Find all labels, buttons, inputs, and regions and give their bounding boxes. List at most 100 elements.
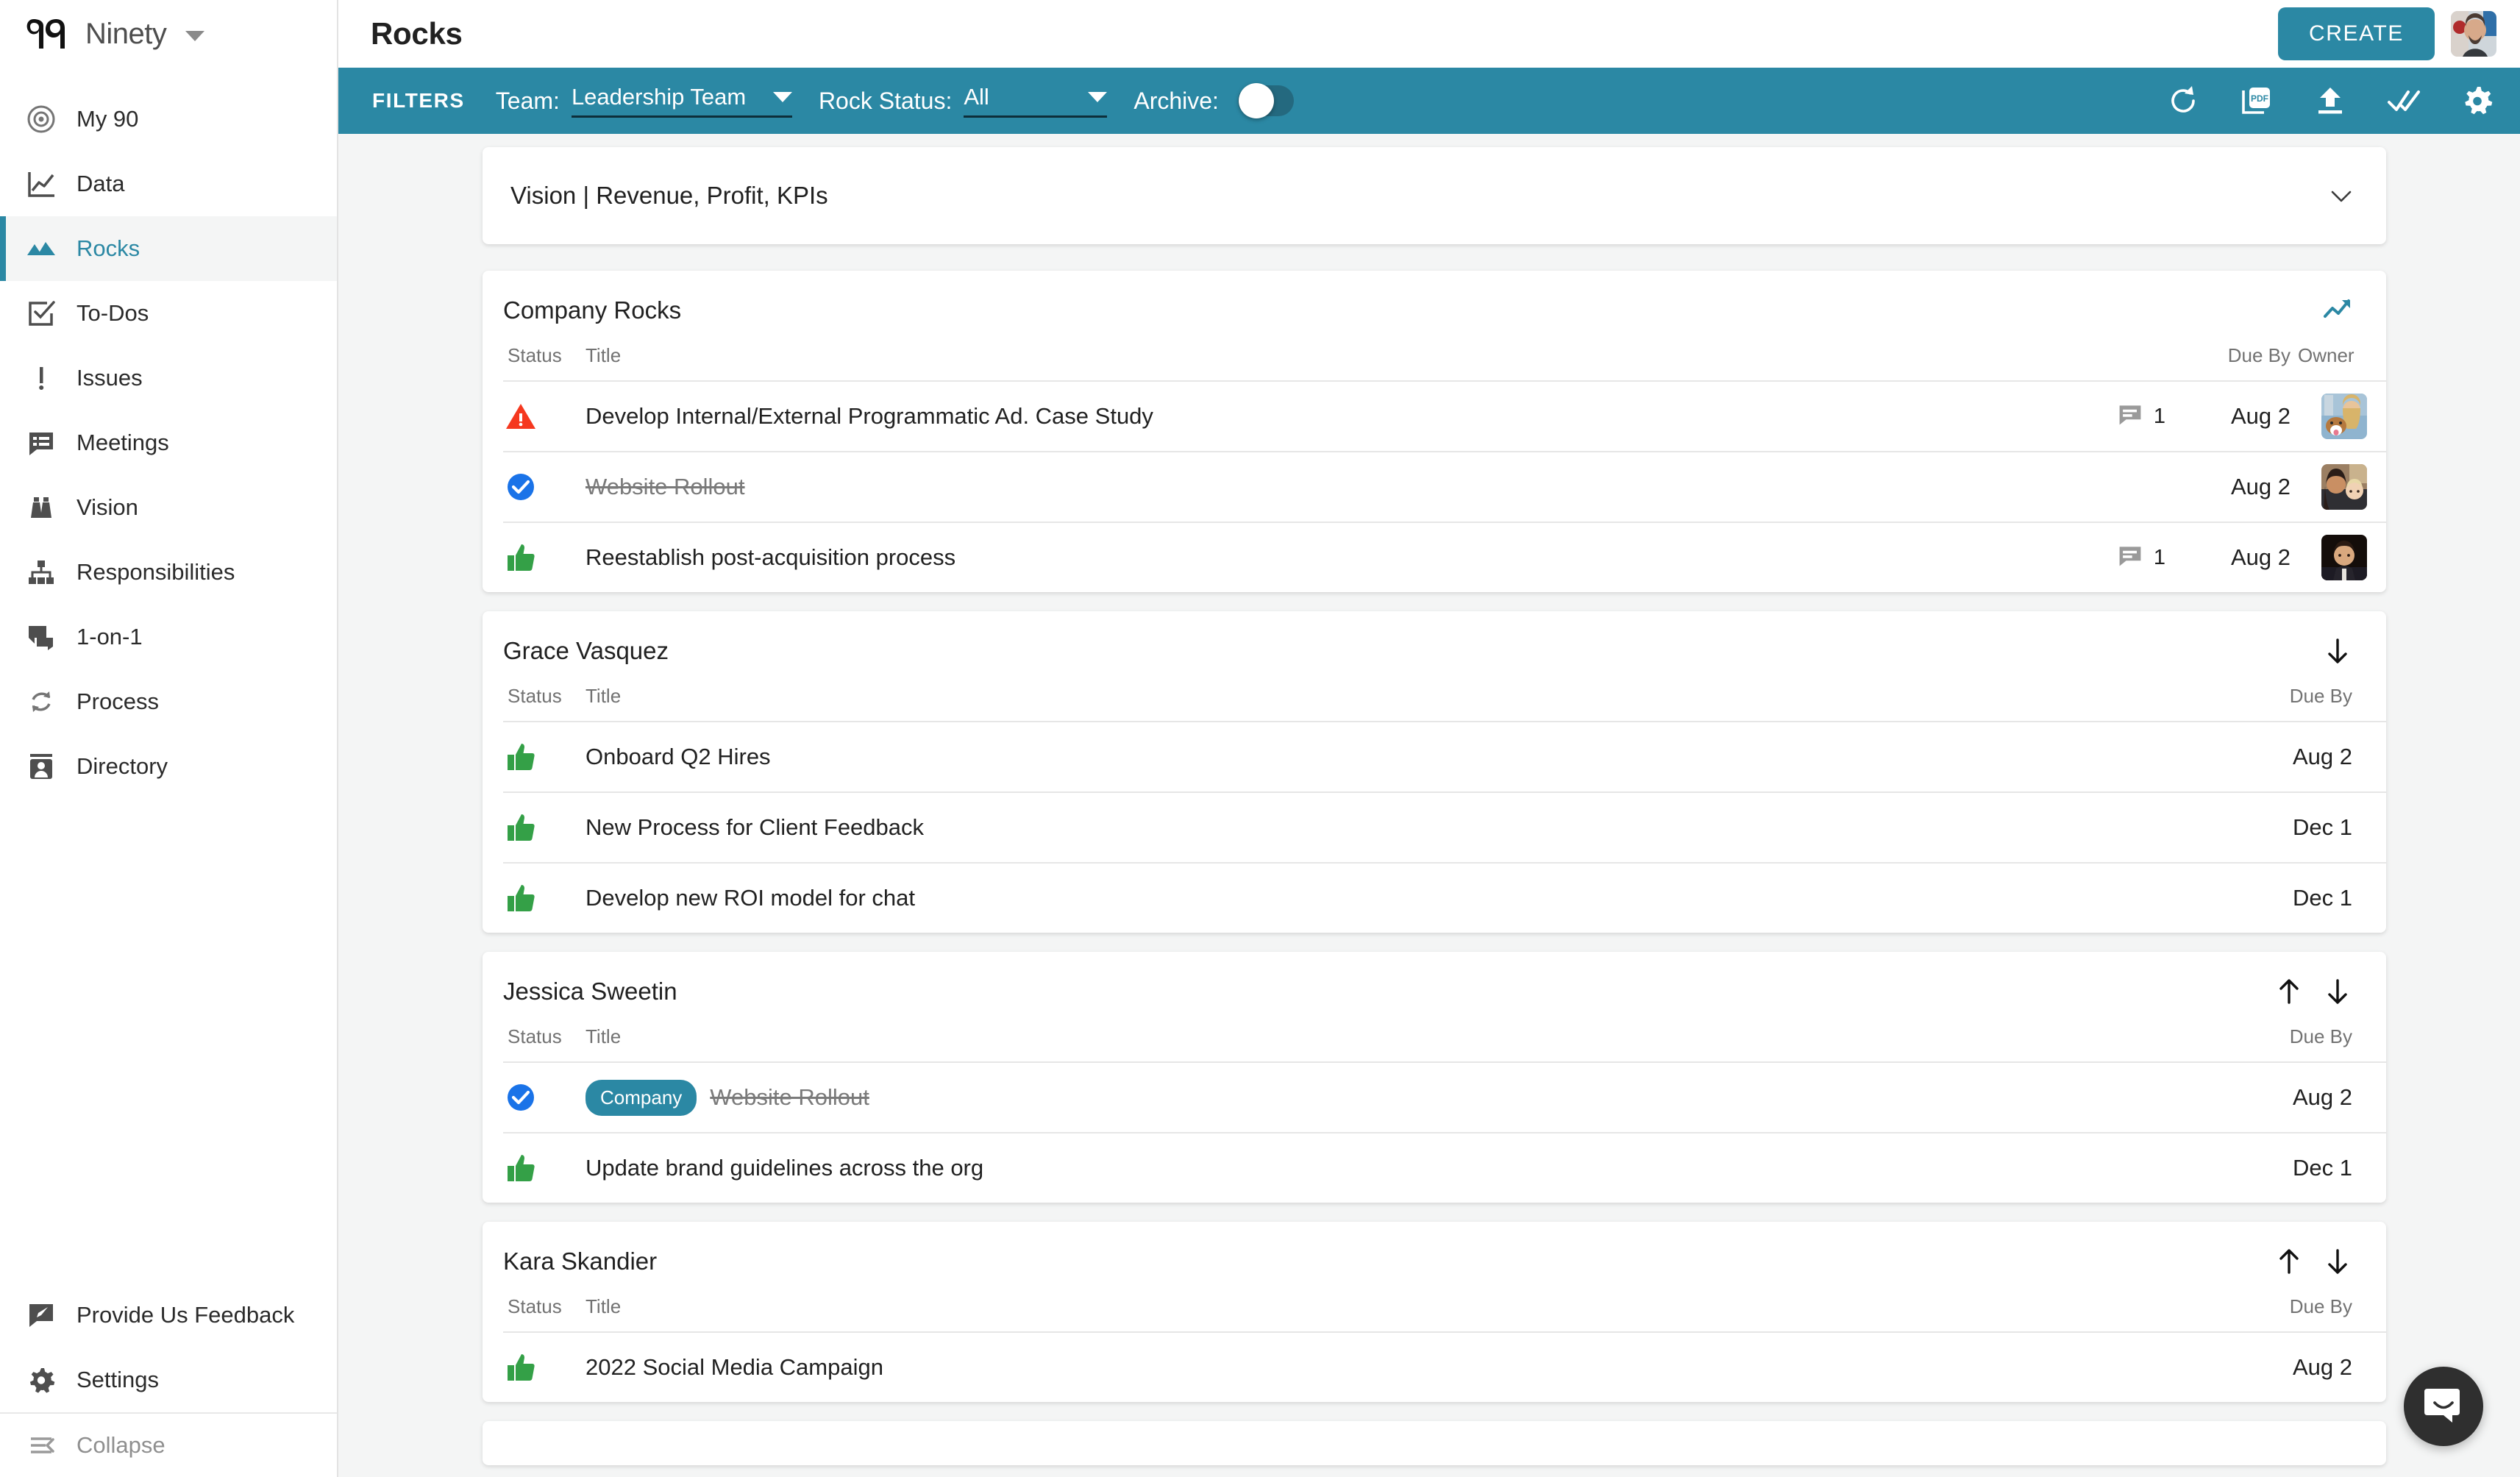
sidebar-item-my-90[interactable]: My 90 bbox=[0, 87, 337, 152]
filter-toolbar-icons: PDF bbox=[2165, 83, 2495, 118]
avatar[interactable] bbox=[2451, 11, 2496, 57]
sidebar-item-provide-feedback[interactable]: Provide Us Feedback bbox=[0, 1283, 337, 1348]
section-title: Kara Skandier bbox=[503, 1248, 658, 1275]
table-row[interactable]: Company Website Rollout Aug 2 bbox=[503, 1061, 2386, 1132]
owner-avatar[interactable] bbox=[2321, 464, 2367, 510]
column-header-status: Status bbox=[508, 1295, 562, 1317]
rock-status-select-value: All bbox=[964, 84, 989, 110]
sidebar-bottom: Provide Us Feedback Settings Collapse bbox=[0, 1283, 337, 1477]
company-badge: Company bbox=[585, 1079, 697, 1116]
sidebar-item-collapse[interactable]: Collapse bbox=[0, 1412, 337, 1477]
pdf-export-icon[interactable]: PDF bbox=[2239, 83, 2274, 118]
section-actions bbox=[2274, 977, 2352, 1006]
content-scroll[interactable]: Vision | Revenue, Profit, KPIs Company R… bbox=[338, 134, 2520, 1477]
column-header-status: Status bbox=[508, 344, 562, 366]
owner-avatar[interactable] bbox=[2321, 535, 2367, 580]
brand-switcher[interactable]: Ninety bbox=[0, 0, 337, 68]
arrow-up-icon[interactable] bbox=[2274, 977, 2304, 1006]
top-header: Rocks CREATE bbox=[338, 0, 2520, 68]
column-headers: Status Title Due By bbox=[503, 666, 2386, 721]
rock-title: Develop new ROI model for chat bbox=[585, 885, 915, 911]
double-check-icon[interactable] bbox=[2386, 83, 2421, 118]
column-header-status: Status bbox=[508, 685, 562, 707]
column-header-due-by: Due By bbox=[2289, 685, 2352, 707]
sidebar-item-data[interactable]: Data bbox=[0, 152, 337, 216]
section-jessica-sweetin: Jessica Sweetin Status Title Due By Comp… bbox=[483, 952, 2386, 1203]
refresh-icon[interactable] bbox=[2165, 83, 2201, 118]
sidebar-item-label: Process bbox=[76, 688, 159, 714]
sidebar-item-issues[interactable]: Issues bbox=[0, 346, 337, 410]
speech-list-icon bbox=[25, 427, 57, 459]
sidebar-item-process[interactable]: Process bbox=[0, 669, 337, 734]
archive-filter: Archive: bbox=[1133, 83, 1294, 118]
sidebar-item-label: Meetings bbox=[76, 430, 169, 455]
rock-title: Reestablish post-acquisition process bbox=[585, 544, 956, 570]
line-chart-icon bbox=[25, 168, 57, 200]
section-next-partial bbox=[483, 1421, 2386, 1465]
table-row[interactable]: Onboard Q2 Hires Aug 2 bbox=[503, 721, 2386, 791]
section-actions bbox=[2274, 1247, 2352, 1276]
mountains-icon bbox=[25, 232, 57, 265]
sidebar-item-settings[interactable]: Settings bbox=[0, 1348, 337, 1412]
gear-icon[interactable] bbox=[2460, 83, 2495, 118]
vision-banner-title: Vision | Revenue, Profit, KPIs bbox=[510, 182, 828, 209]
vision-banner[interactable]: Vision | Revenue, Profit, KPIs bbox=[483, 147, 2386, 244]
column-header-title: Title bbox=[585, 1025, 622, 1047]
rock-title: New Process for Client Feedback bbox=[585, 814, 925, 840]
rock-due-date: Aug 2 bbox=[2230, 544, 2291, 570]
owner-avatar[interactable] bbox=[2321, 394, 2367, 439]
sidebar-item-label: Issues bbox=[76, 365, 143, 391]
on-track-thumbs-up-icon bbox=[503, 1150, 538, 1186]
column-header-due-by: Due By bbox=[2289, 1025, 2352, 1047]
section-body: Status Title Due By 2022 Social Media Ca… bbox=[483, 1276, 2386, 1402]
comment-count: 1 bbox=[2153, 404, 2165, 428]
intercom-launcher-button[interactable] bbox=[2404, 1367, 2483, 1446]
sidebar-item-1-on-1[interactable]: 1-on-1 bbox=[0, 605, 337, 669]
sidebar-item-meetings[interactable]: Meetings bbox=[0, 410, 337, 475]
refresh-cycle-icon bbox=[25, 686, 57, 718]
table-row[interactable]: Update brand guidelines across the org D… bbox=[503, 1132, 2386, 1203]
chevron-down-icon[interactable] bbox=[2329, 183, 2354, 208]
archive-toggle[interactable] bbox=[1237, 83, 1294, 118]
section-title: Company Rocks bbox=[503, 296, 682, 324]
sidebar-item-responsibilities[interactable]: Responsibilities bbox=[0, 540, 337, 605]
rock-status-select[interactable]: All bbox=[964, 84, 1108, 118]
table-row[interactable]: New Process for Client Feedback Dec 1 bbox=[503, 791, 2386, 862]
table-row[interactable]: Develop Internal/External Programmatic A… bbox=[503, 380, 2386, 451]
comment-count-group[interactable]: 1 bbox=[2077, 402, 2165, 432]
checkbox-icon bbox=[25, 297, 57, 330]
sidebar-item-label: 1-on-1 bbox=[76, 624, 143, 649]
team-select-value: Leadership Team bbox=[571, 84, 747, 110]
table-row[interactable]: Website Rollout Aug 2 bbox=[503, 451, 2386, 522]
rock-due-date: Aug 2 bbox=[2292, 1354, 2352, 1380]
upload-icon[interactable] bbox=[2313, 83, 2348, 118]
sidebar-item-label: Rocks bbox=[76, 235, 140, 261]
sidebar-item-rocks[interactable]: Rocks bbox=[0, 216, 337, 281]
complete-check-icon bbox=[503, 1080, 538, 1115]
create-button[interactable]: CREATE bbox=[2277, 7, 2435, 60]
chevron-down-icon[interactable] bbox=[185, 31, 205, 41]
table-row[interactable]: 2022 Social Media Campaign Aug 2 bbox=[503, 1331, 2386, 1402]
table-row[interactable]: Reestablish post-acquisition process 1 A… bbox=[503, 522, 2386, 592]
sidebar-item-directory[interactable]: Directory bbox=[0, 734, 337, 799]
arrow-down-icon[interactable] bbox=[2323, 636, 2352, 666]
arrow-down-icon[interactable] bbox=[2323, 1247, 2352, 1276]
section-body: Status Title Due By Onboard Q2 Hires Aug… bbox=[483, 666, 2386, 933]
trending-up-icon[interactable] bbox=[2323, 296, 2352, 325]
column-header-due-by: Due By bbox=[2289, 1295, 2352, 1317]
section-body: Status Title Due By Owner Develop Intern… bbox=[483, 325, 2386, 592]
rock-title: 2022 Social Media Campaign bbox=[585, 1354, 883, 1380]
org-chart-icon bbox=[25, 556, 57, 588]
comment-count-group[interactable]: 1 bbox=[2077, 543, 2165, 573]
arrow-down-icon[interactable] bbox=[2323, 977, 2352, 1006]
arrow-up-icon[interactable] bbox=[2274, 1247, 2304, 1276]
rock-status-filter-label: Rock Status: bbox=[818, 87, 953, 114]
on-track-thumbs-up-icon bbox=[503, 1350, 538, 1385]
sidebar-item-to-dos[interactable]: To-Dos bbox=[0, 281, 337, 346]
table-row[interactable]: Develop new ROI model for chat Dec 1 bbox=[503, 862, 2386, 933]
rock-due-date: Dec 1 bbox=[2293, 814, 2352, 840]
section-actions bbox=[2323, 636, 2352, 666]
sidebar-item-vision[interactable]: Vision bbox=[0, 475, 337, 540]
rock-status-filter: Rock Status: All bbox=[818, 84, 1108, 118]
team-select[interactable]: Leadership Team bbox=[571, 84, 792, 118]
